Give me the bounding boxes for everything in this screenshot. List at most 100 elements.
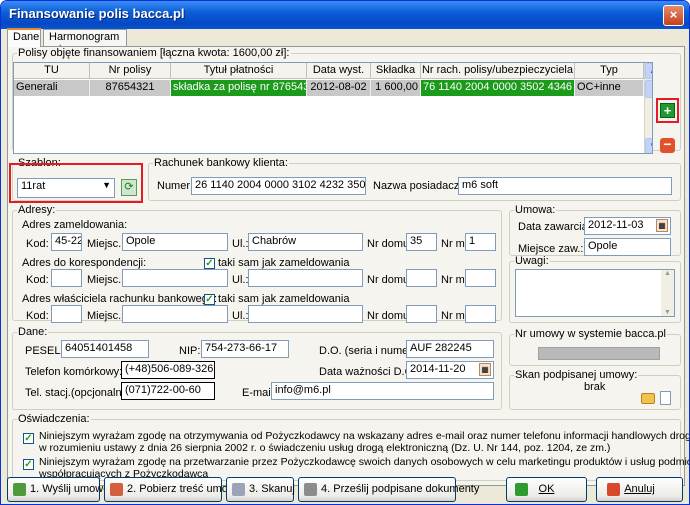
email-input[interactable]: info@m6.pl — [271, 382, 494, 400]
postcode-input[interactable] — [51, 269, 82, 287]
postcode-input[interactable] — [51, 305, 82, 323]
owner-name-input[interactable]: m6 soft — [458, 177, 672, 195]
table-cell[interactable]: Generali — [14, 80, 90, 96]
contract-place-label: Miejsce zaw.: — [518, 243, 584, 255]
mobile-input[interactable]: (+48)506-089-326 — [121, 361, 215, 379]
cancel-icon — [607, 483, 620, 496]
open-folder-icon[interactable] — [641, 393, 655, 404]
contract-number-field — [538, 347, 660, 360]
notes-legend: Uwagi: — [515, 255, 549, 267]
data-processing-consent-checkbox[interactable]: ✓ — [23, 459, 34, 470]
contract-date-value: 2012-11-03 — [588, 219, 644, 231]
tab-harmonogram[interactable]: Harmonogram rat — [43, 29, 127, 55]
owner-same-as-registered-checkbox[interactable]: ✓ — [204, 294, 215, 305]
notes-textarea[interactable]: ▲ ▼ — [515, 269, 675, 317]
refresh-icon[interactable]: ⟳ — [121, 179, 137, 196]
street-input[interactable] — [248, 269, 363, 287]
contract-date-input[interactable]: 2012-11-03 ▦ — [584, 217, 671, 235]
id-valid-label: Data ważności D.O.: — [319, 366, 420, 378]
id-valid-input[interactable]: 2014-11-20 ▦ — [406, 361, 494, 379]
scroll-down-icon[interactable]: ▼ — [645, 138, 652, 153]
table-cell[interactable]: 76 1140 2004 0000 3502 4346 5646 — [421, 80, 575, 96]
col-header[interactable]: Składka — [371, 63, 421, 79]
scroll-up-icon[interactable]: ▲ — [645, 63, 652, 79]
fetch-contract-button[interactable]: 2. Pobierz treść umowy — [104, 477, 241, 502]
chevron-down-icon[interactable]: ▼ — [102, 180, 111, 190]
nip-label: NIP: — [179, 345, 201, 357]
account-number-input[interactable]: 26 1140 2004 0000 3102 4232 3500 — [191, 177, 366, 195]
scan-button[interactable]: 3. Skanuj — [226, 477, 295, 502]
template-select[interactable]: 11rat ▼ — [17, 178, 115, 198]
ok-button[interactable]: OK — [506, 477, 587, 502]
id-document-input[interactable]: AUF 282245 — [406, 340, 494, 358]
scroll-up-icon[interactable]: ▲ — [661, 270, 674, 277]
street-label: Ul.: — [232, 238, 249, 250]
pesel-input[interactable]: 64051401458 — [61, 340, 149, 358]
add-policy-button[interactable]: + — [660, 103, 675, 118]
house-number-input[interactable] — [406, 305, 437, 323]
table-cell[interactable]: składka za polisę nr 87654321 — [171, 80, 307, 96]
street-input[interactable] — [248, 305, 363, 323]
contract-date-label: Data zawarcia: — [518, 221, 591, 233]
id-document-label: D.O. (seria i numer) — [319, 345, 416, 357]
house-number-input[interactable] — [406, 269, 437, 287]
calendar-icon[interactable]: ▦ — [656, 219, 668, 232]
window-title: Finansowanie polis bacca.pl — [9, 6, 185, 21]
col-header[interactable]: Typ — [575, 63, 644, 79]
calendar-icon[interactable]: ▦ — [479, 363, 491, 376]
pesel-label: PESEL: — [25, 345, 64, 357]
table-cell[interactable]: 87654321 — [90, 80, 171, 96]
marketing-email-consent-checkbox[interactable]: ✓ — [23, 433, 34, 444]
table-cell[interactable]: 2012-08-02 — [307, 80, 371, 96]
registered-address-title: Adres zameldowania: — [22, 219, 128, 231]
city-input[interactable] — [122, 269, 228, 287]
scanner-icon — [232, 483, 245, 496]
notes-scrollbar[interactable]: ▲ ▼ — [661, 270, 674, 316]
policies-table[interactable]: TU Nr polisy Tytuł płatności Data wyst. … — [13, 62, 653, 154]
document-icon[interactable] — [660, 391, 671, 405]
scan-status: brak — [584, 381, 606, 393]
personal-data-legend: Dane: — [18, 326, 48, 338]
table-cell[interactable]: 1 600,00 — [371, 80, 421, 96]
city-input[interactable]: Opole — [122, 233, 228, 251]
flat-number-input[interactable]: 1 — [465, 233, 496, 251]
remove-policy-button[interactable]: − — [660, 137, 675, 153]
landline-input[interactable]: (071)722-00-60 — [121, 382, 215, 400]
consents-legend: Oświadczenia: — [18, 413, 90, 425]
col-header[interactable]: Data wyst. — [307, 63, 371, 79]
cancel-button[interactable]: Anuluj — [596, 477, 683, 502]
house-number-input[interactable]: 35 — [406, 233, 437, 251]
submit-documents-button[interactable]: 4. Prześlij podpisane dokumenty — [298, 477, 479, 502]
check-icon — [515, 483, 528, 496]
mobile-label: Telefon komórkowy: — [25, 366, 123, 378]
template-value: 11rat — [21, 180, 46, 192]
correspondence-address-title: Adres do korespondencji: — [22, 257, 147, 269]
cancel-label: Anuluj — [624, 483, 655, 495]
city-input[interactable] — [122, 305, 228, 323]
street-input[interactable]: Chabrów — [248, 233, 363, 251]
account-number-label: Numer: — [157, 180, 194, 192]
flat-number-input[interactable] — [465, 269, 496, 287]
same-as-registered-checkbox[interactable]: ✓ — [204, 258, 215, 269]
scroll-down-icon[interactable]: ▼ — [661, 309, 674, 316]
table-scrollbar[interactable]: ▲ ▼ — [644, 63, 652, 153]
scroll-thumb[interactable] — [645, 80, 652, 98]
close-button[interactable]: × — [663, 5, 684, 26]
col-header[interactable]: TU — [14, 63, 90, 79]
contract-place-input[interactable]: Opole — [584, 238, 671, 256]
table-cell[interactable]: OC+inne — [575, 80, 644, 96]
send-contract-button[interactable]: 1. Wyślij umowę — [7, 477, 109, 502]
download-icon — [110, 483, 123, 496]
flat-number-input[interactable] — [465, 305, 496, 323]
postcode-label: Kod: — [26, 238, 49, 250]
policies-legend: Polisy objęte finansowaniem [łączna kwot… — [18, 47, 290, 59]
col-header[interactable]: Nr polisy — [90, 63, 171, 79]
nip-input[interactable]: 754-273-66-17 — [201, 340, 289, 358]
street-label: Ul.: — [232, 274, 249, 286]
col-header[interactable]: Nr rach. polisy/ubezpieczyciela — [421, 63, 575, 79]
tab-dane[interactable]: Dane — [7, 28, 41, 47]
col-header[interactable]: Tytuł płatności — [171, 63, 307, 79]
send-arrow-icon — [13, 483, 26, 496]
city-label: Miejsc.: — [87, 238, 125, 250]
postcode-input[interactable]: 45-221 — [51, 233, 82, 251]
